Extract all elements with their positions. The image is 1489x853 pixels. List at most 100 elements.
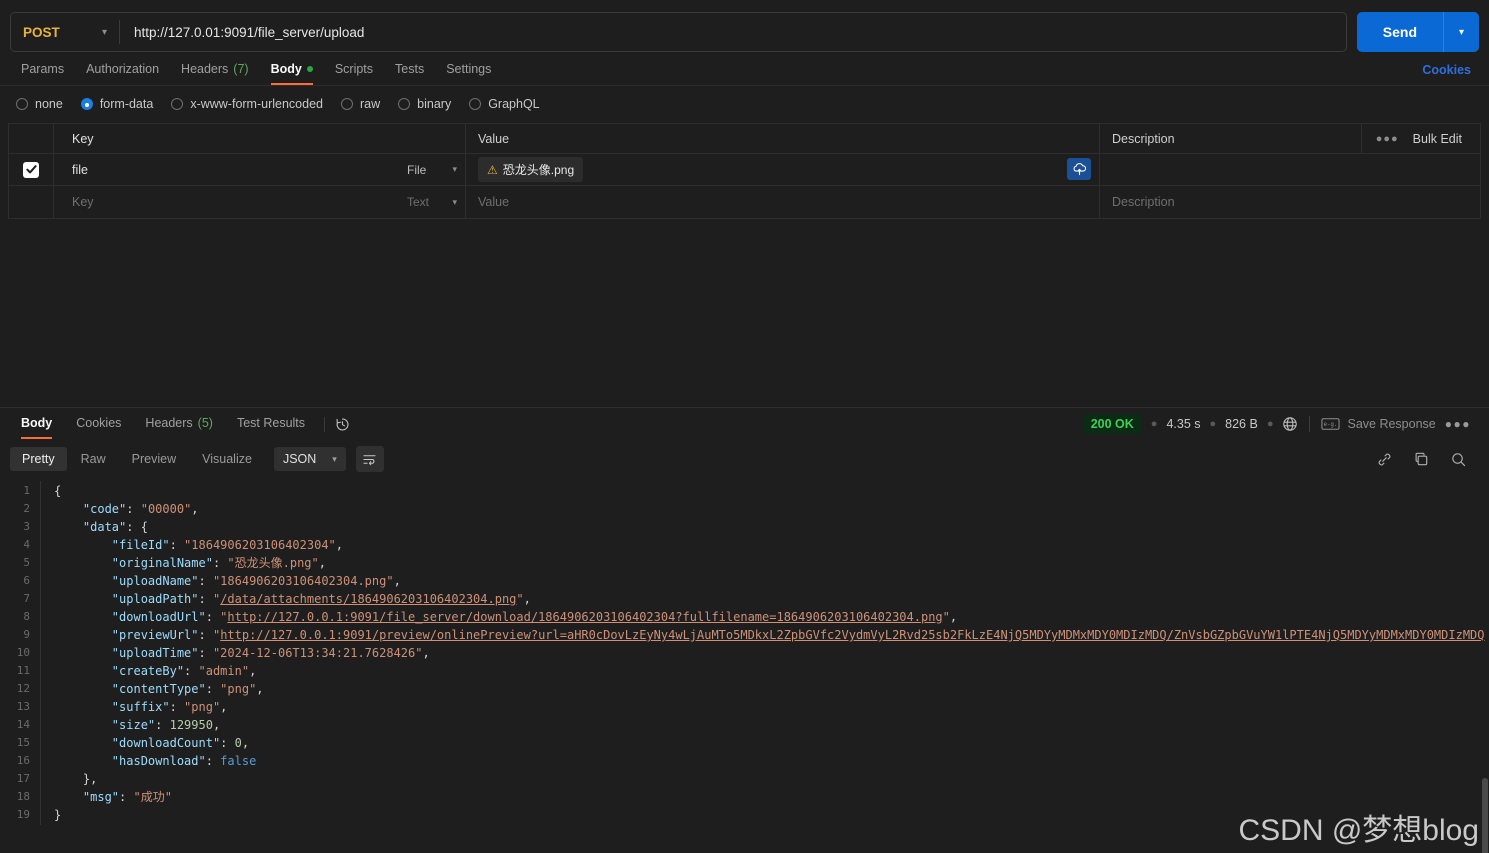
body-type-form-data[interactable]: form-data [80,97,154,111]
code-token: "size" [111,718,156,732]
code-token: "成功" [133,790,172,804]
view-mode-preview[interactable]: Preview [120,447,188,471]
code-line: 10 "uploadTime": "2024-12-06T13:34:21.76… [0,643,1489,663]
tab-settings[interactable]: Settings [435,56,502,84]
row-description-cell[interactable] [1100,154,1480,185]
row-value-cell[interactable]: ⚠ 恐龙头像.png [466,154,1100,185]
view-mode-pretty[interactable]: Pretty [10,447,67,471]
code-line-text: "downloadUrl": "http://127.0.0.1:9091/fi… [40,607,957,627]
http-method-label: POST [23,24,60,40]
response-format-dropdown[interactable]: JSON ▾ [273,447,346,471]
code-token: : [212,556,228,570]
code-line-text: "originalName": "恐龙头像.png", [40,553,326,573]
code-token: : [169,538,185,552]
view-mode-raw[interactable]: Raw [69,447,118,471]
row-key-cell[interactable]: Key Text ▾ [54,186,466,218]
code-token: "downloadUrl" [111,610,206,624]
row-key-cell[interactable]: file File ▾ [54,154,466,185]
code-line-text: "uploadTime": "2024-12-06T13:34:21.76284… [40,643,430,663]
code-token: }, [82,772,98,786]
tab-headers[interactable]: Headers (7) [170,56,260,84]
meta-separator-icon: ● [1150,418,1158,430]
tab-label: Settings [446,61,492,76]
line-number: 8 [23,610,30,623]
radio-icon [341,98,353,110]
save-response-button[interactable]: e-g. Save Response [1321,417,1436,431]
line-number: 13 [16,700,30,713]
tab-scripts[interactable]: Scripts [324,56,384,84]
response-tab-body[interactable]: Body [10,410,63,439]
code-token: " [942,610,950,624]
view-mode-visualize[interactable]: Visualize [190,447,264,471]
body-type-graphql[interactable]: GraphQL [469,97,540,111]
code-token[interactable]: http://127.0.0.1:9091/preview/onlinePrev… [220,628,1484,642]
tab-authorization[interactable]: Authorization [75,56,170,84]
code-token: "fileId" [111,538,170,552]
body-type-x-www-form-urlencoded[interactable]: x-www-form-urlencoded [171,97,323,111]
radio-label: form-data [99,97,154,111]
body-type-raw[interactable]: raw [341,97,380,111]
code-token[interactable]: http://127.0.0.1:9091/file_server/downlo… [227,610,942,624]
vertical-scrollbar[interactable] [1482,778,1488,853]
row-description-input[interactable]: Description [1112,195,1175,209]
code-token: , [241,736,250,750]
bulk-edit-button[interactable]: Bulk Edit [1413,132,1462,146]
code-token: : [198,628,213,642]
upload-file-button[interactable] [1067,158,1091,180]
send-options-chevron-icon[interactable]: ▾ [1443,12,1479,52]
url-bar: POST ▾ http://127.0.01:9091/file_server/… [0,0,1489,54]
tab-params[interactable]: Params [10,56,75,84]
tab-count: (7) [233,61,249,76]
response-body-code[interactable]: 1{2 "code": "00000", 3 "data": {4 "fileId… [0,478,1489,853]
network-globe-icon[interactable] [1282,416,1298,432]
copy-link-button[interactable] [1376,451,1393,468]
wrap-lines-button[interactable] [355,446,384,472]
row-key-input[interactable]: Key [54,195,94,209]
http-method-dropdown[interactable]: POST ▾ [11,13,119,51]
line-number: 4 [23,538,30,551]
response-history-button[interactable] [324,416,350,432]
radio-label: GraphQL [488,97,540,111]
cookies-link[interactable]: Cookies [1422,63,1479,77]
response-more-options-icon[interactable]: ●●● [1445,417,1471,431]
code-token[interactable]: /data/attachments/1864906203106402304.pn… [220,592,516,606]
tab-tests[interactable]: Tests [384,56,435,84]
code-token: "previewUrl" [111,628,199,642]
code-token: "contentType" [111,682,206,696]
row-value-input[interactable]: Value [478,195,509,209]
code-token: "1864906203106402304" [184,538,336,552]
row-value-cell[interactable]: Value [466,186,1100,218]
body-type-none[interactable]: none [16,97,63,111]
clock-history-icon [336,417,349,430]
row-key-input[interactable]: file [54,163,88,177]
send-group: Send ▾ [1356,12,1479,52]
copy-response-button[interactable] [1413,451,1430,468]
chevron-down-icon: ▾ [101,26,107,38]
code-token: : [184,664,199,678]
code-line-text: "uploadPath": "/data/attachments/1864906… [40,589,531,609]
code-token: , [220,700,228,714]
row-description-cell[interactable]: Description [1100,186,1480,218]
send-button[interactable]: Send [1356,12,1443,52]
code-token: "createBy" [111,664,185,678]
row-type-dropdown[interactable]: Text ▾ [401,186,465,218]
code-token: , [422,646,430,660]
search-response-button[interactable] [1450,451,1467,468]
file-chip[interactable]: ⚠ 恐龙头像.png [478,157,584,182]
more-options-icon[interactable]: ●●● [1376,133,1399,145]
body-type-binary[interactable]: binary [398,97,451,111]
code-token: "data" [82,520,127,534]
code-line-text: "msg": "成功" [40,787,172,807]
tab-body[interactable]: Body [260,56,324,85]
response-tab-test-results[interactable]: Test Results [226,410,316,438]
url-input[interactable]: http://127.0.01:9091/file_server/upload [120,25,1346,40]
row-type-dropdown[interactable]: File ▾ [401,154,465,185]
code-line: 6 "uploadName": "1864906203106402304.png… [0,571,1489,591]
row-enabled-checkbox[interactable] [23,161,39,178]
radio-icon [398,98,411,110]
response-tab-cookies[interactable]: Cookies [65,410,132,438]
header-description-label: Description [1112,131,1175,146]
response-tab-headers[interactable]: Headers (5) [134,410,224,438]
code-line: 19} [0,805,1489,825]
code-token: "admin" [198,664,250,678]
